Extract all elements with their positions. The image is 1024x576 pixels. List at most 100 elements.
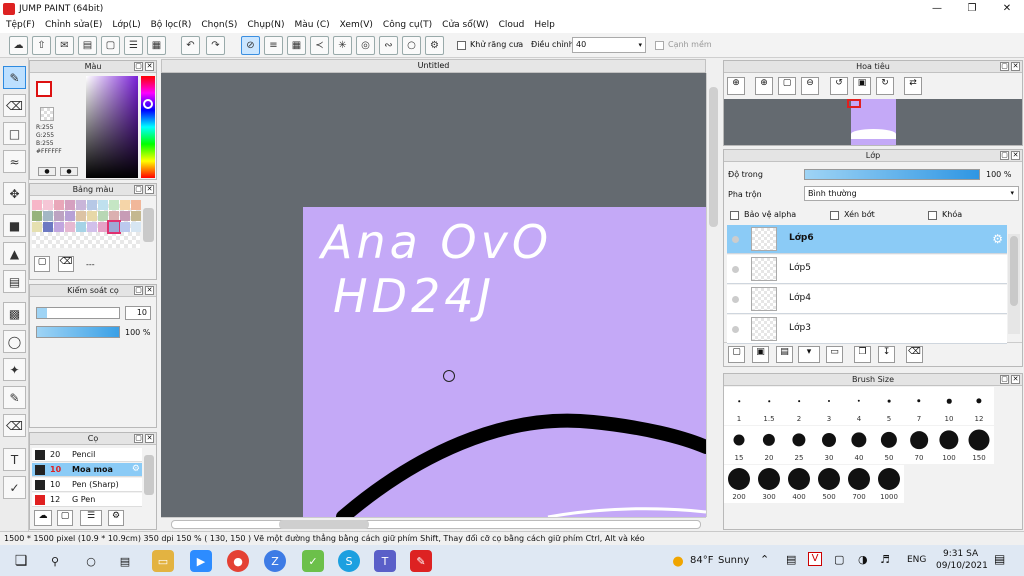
- color-swatch[interactable]: [131, 211, 141, 221]
- curve-icon[interactable]: ∾: [379, 36, 398, 55]
- hue-handle[interactable]: [143, 99, 153, 109]
- color-swatch[interactable]: [54, 211, 64, 221]
- menu-item[interactable]: Công cụ(T): [383, 20, 432, 30]
- tray-display-icon[interactable]: ▢: [834, 553, 844, 566]
- color-swatch[interactable]: [32, 222, 42, 232]
- horizontal-scrollbar[interactable]: [161, 517, 706, 530]
- brush-size-cell[interactable]: 25: [784, 426, 814, 464]
- brush-row[interactable]: 10 Moa moa ⚙: [32, 463, 142, 477]
- brush-size-cell[interactable]: 5: [874, 387, 904, 425]
- delete-layer-icon[interactable]: ⌫: [906, 346, 923, 363]
- color-swatch[interactable]: [87, 200, 97, 210]
- protect-alpha-checkbox[interactable]: [730, 211, 739, 220]
- menu-item[interactable]: Tệp(F): [6, 20, 35, 30]
- color-swatch[interactable]: [32, 200, 42, 210]
- menu-item[interactable]: Chỉnh sửa(E): [45, 20, 102, 30]
- magic-wand-tool-icon[interactable]: ✦: [3, 358, 26, 381]
- list-icon[interactable]: ☰: [124, 36, 143, 55]
- brush-tool-icon[interactable]: ✎: [3, 66, 26, 89]
- eyedropper-tool-icon[interactable]: ✓: [3, 476, 26, 499]
- panel-close-icon[interactable]: ✕: [145, 286, 154, 295]
- select-pen-tool-icon[interactable]: ✎: [3, 386, 26, 409]
- opacity-slider[interactable]: [36, 326, 120, 338]
- close-button[interactable]: ✕: [990, 0, 1024, 17]
- brush-size-cell[interactable]: 100: [934, 426, 964, 464]
- lock-checkbox[interactable]: [928, 211, 937, 220]
- brush-size-cell[interactable]: 15: [724, 426, 754, 464]
- gear-icon[interactable]: ⚙: [132, 464, 140, 474]
- color-swatch[interactable]: [76, 200, 86, 210]
- layer-row[interactable]: Lớp3: [727, 315, 1007, 344]
- color-swatch[interactable]: [54, 222, 64, 232]
- panel-float-icon[interactable]: ▢: [1000, 375, 1009, 384]
- navigator-viewport[interactable]: [847, 99, 861, 108]
- color-swatch[interactable]: [76, 211, 86, 221]
- brush-size-cell[interactable]: 500: [814, 465, 844, 503]
- brush-size-cell[interactable]: 150: [964, 426, 994, 464]
- brush-size-cell[interactable]: 10: [934, 387, 964, 425]
- color-swatch[interactable]: [43, 200, 53, 210]
- no-snap-icon[interactable]: ⊘: [241, 36, 260, 55]
- shape-tool-icon[interactable]: ■: [3, 214, 26, 237]
- new-layer-alt-icon[interactable]: ▣: [752, 346, 769, 363]
- minimize-button[interactable]: —: [920, 0, 954, 17]
- trash-icon[interactable]: ⌫: [58, 256, 74, 272]
- jump-paint-taskbar-icon[interactable]: ✎: [410, 550, 432, 572]
- gear-icon[interactable]: ⚙: [992, 232, 1003, 246]
- layer-type-icon[interactable]: ▾: [798, 346, 820, 363]
- panel-close-icon[interactable]: ✕: [145, 434, 154, 443]
- volume-icon[interactable]: ♬: [880, 553, 890, 566]
- brush-size-cell[interactable]: 1: [724, 387, 754, 425]
- chrome-icon[interactable]: ●: [227, 550, 249, 572]
- eraser-tool-icon[interactable]: ⌫: [3, 94, 26, 117]
- color-swatch[interactable]: [87, 211, 97, 221]
- color-swatch[interactable]: [109, 200, 119, 210]
- merge-icon[interactable]: ↧: [878, 346, 895, 363]
- visibility-icon[interactable]: [732, 266, 739, 273]
- parallel-lines-icon[interactable]: ≡: [264, 36, 283, 55]
- color-swatch[interactable]: [120, 200, 130, 210]
- brush-row[interactable]: 12 G Pen: [32, 493, 142, 507]
- brush-size-cell[interactable]: 3: [814, 387, 844, 425]
- weather-text[interactable]: Sunny: [718, 555, 749, 566]
- brush-size-cell[interactable]: 2: [784, 387, 814, 425]
- foreground-color[interactable]: [36, 81, 52, 97]
- zoom-in-alt-icon[interactable]: ⊕: [755, 77, 773, 95]
- color-swatch[interactable]: [65, 211, 75, 221]
- brush-size-cell[interactable]: 400: [784, 465, 814, 503]
- chat-icon[interactable]: ▤: [78, 36, 97, 55]
- restore-button[interactable]: ❐: [955, 0, 989, 17]
- color-swatch[interactable]: [120, 222, 130, 232]
- color-swap-icon[interactable]: ●: [60, 167, 78, 176]
- text-tool-icon[interactable]: T: [3, 448, 26, 471]
- menu-item[interactable]: Màu (C): [295, 20, 330, 30]
- brush-size-cell[interactable]: 70: [904, 426, 934, 464]
- brush-row[interactable]: 20 Pencil: [32, 448, 142, 462]
- layer-row[interactable]: Lớp4: [727, 285, 1007, 314]
- color-swatch[interactable]: [120, 211, 130, 221]
- copy-layer-icon[interactable]: ▤: [776, 346, 793, 363]
- soft-edge-checkbox[interactable]: [655, 41, 664, 50]
- hue-slider[interactable]: [141, 76, 155, 178]
- layer-scrollbar[interactable]: [1008, 234, 1020, 334]
- cloud-icon[interactable]: ☁: [9, 36, 28, 55]
- size-input[interactable]: 10: [125, 306, 151, 320]
- layer-row[interactable]: Lớp6 ⚙: [727, 225, 1007, 254]
- saturation-box[interactable]: [86, 76, 138, 178]
- color-swatch[interactable]: [54, 200, 64, 210]
- clock-date[interactable]: 09/10/2021: [936, 561, 988, 571]
- size-slider[interactable]: [36, 307, 120, 319]
- fit-icon[interactable]: ▢: [778, 77, 796, 95]
- color-swatch[interactable]: [76, 222, 86, 232]
- navigator-preview[interactable]: [724, 99, 1022, 145]
- panel-close-icon[interactable]: ✕: [1011, 151, 1020, 160]
- panel-float-icon[interactable]: ▢: [134, 286, 143, 295]
- brush-size-cell[interactable]: 200: [724, 465, 754, 503]
- palette-scrollbar[interactable]: [143, 208, 154, 242]
- color-swatch[interactable]: [98, 200, 108, 210]
- brush-cloud-icon[interactable]: ☁: [34, 510, 52, 526]
- gradient-tool-icon[interactable]: ▤: [3, 270, 26, 293]
- file-explorer-icon[interactable]: ▭: [152, 550, 174, 572]
- brush-size-cell[interactable]: 4: [844, 387, 874, 425]
- cortana-icon[interactable]: ○: [80, 550, 102, 572]
